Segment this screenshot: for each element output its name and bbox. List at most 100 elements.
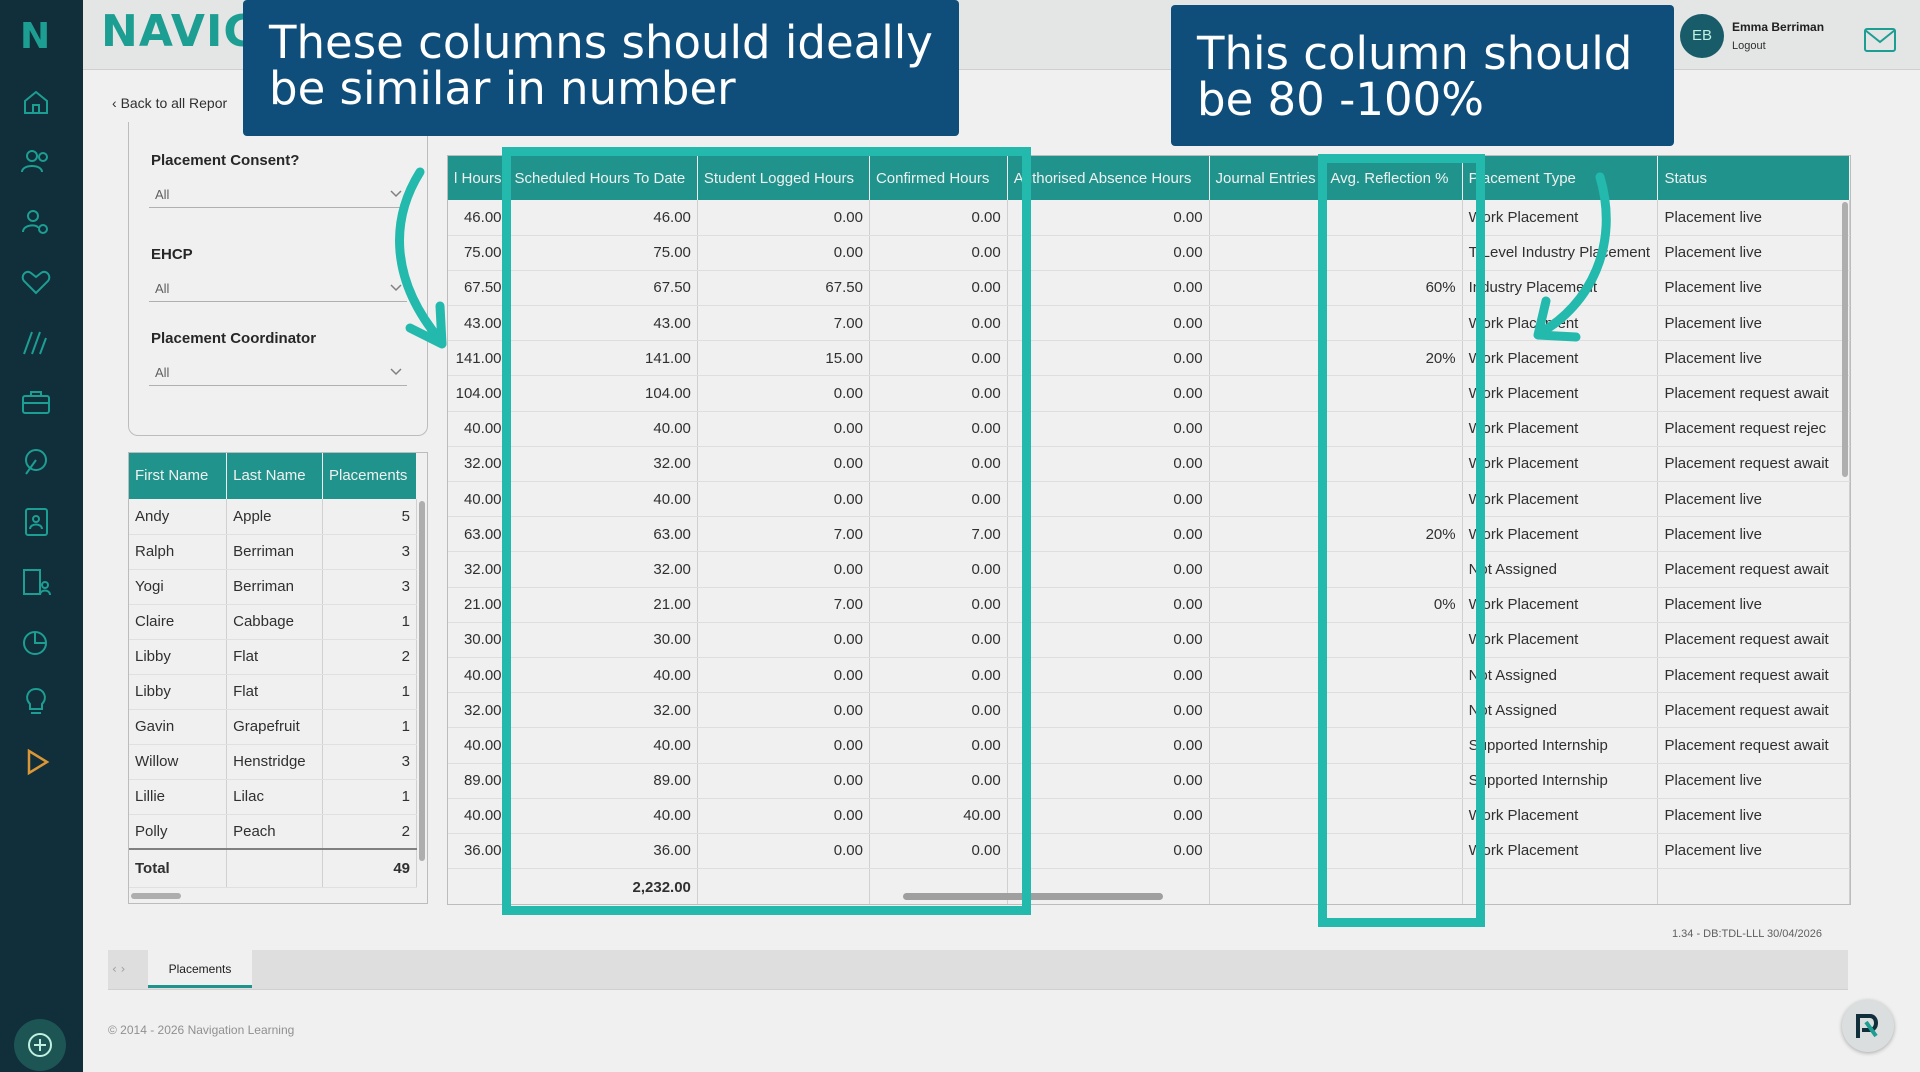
- table-row[interactable]: 43.00 43.00 7.00 0.00 0.00 Work Placement Plac…: [448, 305, 1850, 342]
- col-confirmed-hours[interactable]: Confirmed Hours: [869, 156, 1008, 200]
- col-journal-entries[interactable]: Journal Entries: [1209, 156, 1325, 200]
- col-avg-reflection[interactable]: Avg. Reflection %: [1323, 156, 1463, 200]
- user-search-icon[interactable]: [18, 204, 54, 240]
- placement-type-cell: Supported Internship: [1462, 727, 1659, 764]
- col-logged-hours[interactable]: Student Logged Hours: [697, 156, 870, 200]
- placements-cell: 1: [322, 604, 417, 640]
- confirmed-hours-cell: 0.00: [869, 727, 1008, 764]
- avg-reflection-cell: [1323, 551, 1463, 588]
- building-user-icon[interactable]: [18, 564, 54, 600]
- tab-scroll-arrows[interactable]: ‹ ›: [112, 962, 125, 976]
- table-row[interactable]: Gavin Grapefruit 1: [129, 709, 417, 745]
- home-icon[interactable]: [18, 84, 54, 120]
- table-row[interactable]: 32.00 32.00 0.00 0.00 0.00 Not Assigned Placem…: [448, 692, 1850, 729]
- table-row[interactable]: 21.00 21.00 7.00 0.00 0.00 0% Work Placement Pl…: [448, 587, 1850, 623]
- table-row[interactable]: Ralph Berriman 3: [129, 534, 417, 570]
- col-absence-hours[interactable]: Authorised Absence Hours: [1007, 156, 1210, 200]
- table-row[interactable]: 75.00 75.00 0.00 0.00 0.00 T Level Industry P…: [448, 235, 1850, 271]
- avg-reflection-cell: [1323, 657, 1463, 694]
- coordinator-filter-label: Placement Coordinator: [151, 330, 317, 347]
- table-row[interactable]: 63.00 63.00 7.00 7.00 0.00 20% Work Placement P…: [448, 516, 1850, 553]
- journal-entries-cell: [1209, 692, 1325, 729]
- col-first-name[interactable]: First Name: [129, 453, 228, 499]
- logged-hours-cell: 0.00: [697, 657, 870, 694]
- tab-placements[interactable]: Placements: [148, 950, 252, 988]
- logged-hours-cell: 15.00: [697, 340, 870, 377]
- coordinator-filter-select[interactable]: All: [149, 358, 407, 386]
- col-placements[interactable]: Placements: [322, 453, 417, 499]
- table-row[interactable]: 40.00 40.00 0.00 40.00 0.00 Work Placement Pla…: [448, 798, 1850, 834]
- table-row[interactable]: 67.50 67.50 67.50 0.00 0.00 60% Industry Place…: [448, 270, 1850, 307]
- avatar[interactable]: EB: [1680, 14, 1724, 58]
- table-row[interactable]: Libby Flat 2: [129, 639, 417, 675]
- placement-type-cell: Work Placement: [1462, 516, 1659, 553]
- placements-cell: 5: [322, 499, 417, 535]
- scheduled-hours-cell: 21.00: [508, 587, 698, 623]
- first-name-cell: Polly: [129, 814, 228, 850]
- planned-hours-cell: 32.00: [448, 692, 509, 729]
- lightbulb-icon[interactable]: [18, 684, 54, 720]
- col-status[interactable]: Status: [1657, 156, 1850, 200]
- journal-entries-cell: [1209, 375, 1325, 412]
- placements-horizontal-scrollbar[interactable]: [903, 893, 1163, 900]
- avg-reflection-cell: [1323, 481, 1463, 518]
- absence-hours-cell: 0.00: [1007, 516, 1210, 553]
- table-row[interactable]: 30.00 30.00 0.00 0.00 0.00 Work Placement Plac…: [448, 622, 1850, 658]
- placement-type-cell: Work Placement: [1462, 375, 1659, 412]
- avg-reflection-cell: [1323, 622, 1463, 658]
- table-row[interactable]: Willow Henstridge 3: [129, 744, 417, 780]
- table-row[interactable]: Andy Apple 5: [129, 499, 417, 535]
- col-last-name[interactable]: Last Name: [226, 453, 323, 499]
- placements-vertical-scrollbar[interactable]: [1842, 202, 1848, 477]
- placements-cell: 1: [322, 779, 417, 815]
- confirmed-hours-cell: 0.00: [869, 270, 1008, 307]
- table-row[interactable]: 32.00 32.00 0.00 0.00 0.00 Not Assigned Placem…: [448, 551, 1850, 588]
- table-row[interactable]: 89.00 89.00 0.00 0.00 0.00 Supported Internsh…: [448, 763, 1850, 799]
- add-button[interactable]: [14, 1019, 66, 1071]
- table-row[interactable]: Lillie Lilac 1: [129, 779, 417, 815]
- table-row[interactable]: 40.00 40.00 0.00 0.00 0.00 Not Assigned Placem…: [448, 657, 1850, 694]
- table-row[interactable]: Claire Cabbage 1: [129, 604, 417, 640]
- logged-hours-cell: 7.00: [697, 305, 870, 342]
- consent-filter-select[interactable]: All: [149, 180, 407, 208]
- first-name-cell: Yogi: [129, 569, 228, 605]
- confirmed-hours-cell: 0.00: [869, 657, 1008, 694]
- table-row[interactable]: 40.00 40.00 0.00 0.00 0.00 Work Placement Plac…: [448, 481, 1850, 518]
- students-vertical-scrollbar[interactable]: [419, 501, 425, 861]
- table-row[interactable]: 46.00 46.00 0.00 0.00 0.00 Work Placement Plac…: [448, 200, 1850, 236]
- placement-type-cell: Work Placement: [1462, 798, 1659, 834]
- placement-type-cell: Work Placement: [1462, 411, 1659, 447]
- user-menu[interactable]: EB Emma Berriman Logout: [1680, 14, 1890, 58]
- students-table: First Name Last Name Placements Andy Appl…: [128, 452, 428, 904]
- planned-hours-cell: 40.00: [448, 657, 509, 694]
- status-cell: Placement live: [1657, 270, 1850, 307]
- ehcp-filter-select[interactable]: All: [149, 274, 407, 302]
- table-row[interactable]: 104.00 104.00 0.00 0.00 0.00 Work Placement Pl…: [448, 375, 1850, 412]
- people-icon[interactable]: [18, 144, 54, 180]
- logged-hours-cell: 0.00: [697, 763, 870, 799]
- table-row[interactable]: 32.00 32.00 0.00 0.00 0.00 Work Placement Plac…: [448, 446, 1850, 483]
- play-icon[interactable]: [18, 744, 54, 780]
- consent-filter-label: Placement Consent?: [151, 152, 300, 169]
- heart-icon[interactable]: [18, 264, 54, 300]
- table-row[interactable]: Yogi Berriman 3: [129, 569, 417, 605]
- logout-link[interactable]: Logout: [1732, 40, 1766, 52]
- col-scheduled-hours[interactable]: Scheduled Hours To Date: [508, 156, 698, 200]
- help-icon[interactable]: [1842, 1000, 1894, 1052]
- table-row[interactable]: 141.00 141.00 15.00 0.00 0.00 20% Work Placeme…: [448, 340, 1850, 377]
- briefcase-icon[interactable]: [18, 384, 54, 420]
- table-row[interactable]: Libby Flat 1: [129, 674, 417, 710]
- table-row[interactable]: 40.00 40.00 0.00 0.00 0.00 Supported Internsh…: [448, 727, 1850, 764]
- analytics-icon[interactable]: [18, 324, 54, 360]
- mail-icon[interactable]: [1864, 28, 1896, 52]
- pie-chart-icon[interactable]: [18, 624, 54, 660]
- table-row[interactable]: 36.00 36.00 0.00 0.00 0.00 Work Placement Plac…: [448, 833, 1850, 870]
- contact-book-icon[interactable]: [18, 504, 54, 540]
- app-logo[interactable]: N: [20, 16, 60, 57]
- students-horizontal-scrollbar[interactable]: [131, 893, 181, 899]
- route-icon[interactable]: [18, 444, 54, 480]
- table-row[interactable]: 40.00 40.00 0.00 0.00 0.00 Work Placement Plac…: [448, 411, 1850, 447]
- table-row[interactable]: Polly Peach 2: [129, 814, 417, 850]
- logged-hours-cell: 67.50: [697, 270, 870, 307]
- back-link[interactable]: ‹ Back to all Repor: [112, 95, 227, 111]
